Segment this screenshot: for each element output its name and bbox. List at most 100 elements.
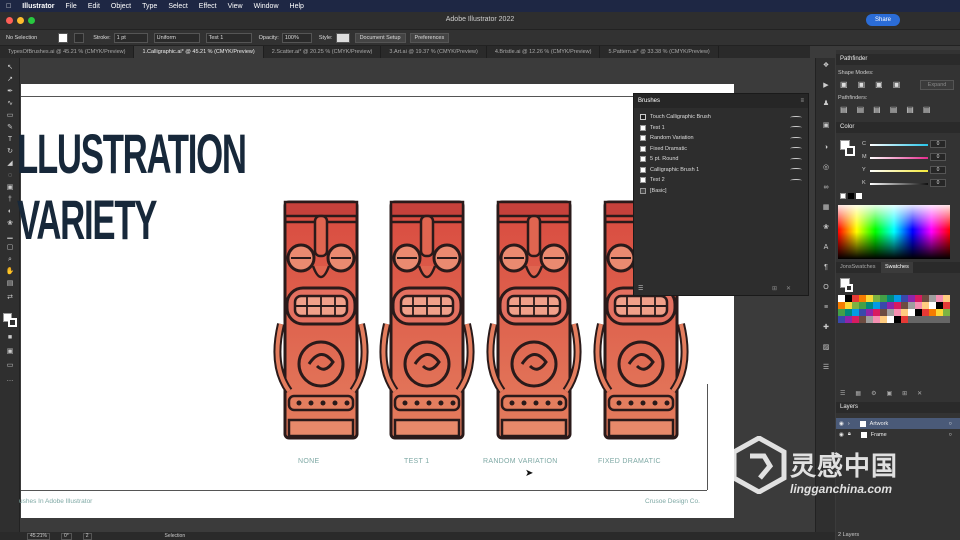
swatch-options-icon[interactable]: ⚙ (871, 390, 876, 397)
expand-layer-icon[interactable]: › (848, 421, 850, 427)
color-swatch[interactable] (915, 309, 922, 316)
minus-front-icon[interactable]: ▣ (858, 80, 866, 89)
intersect-icon[interactable]: ▣ (875, 80, 883, 89)
new-swatch-icon[interactable]: ⊞ (902, 390, 907, 397)
color-swatch[interactable] (838, 316, 845, 323)
unite-icon[interactable]: ▣ (840, 80, 848, 89)
graphic-style-swatch[interactable] (335, 32, 350, 43)
hand-tool-icon[interactable]: ✋ (5, 268, 15, 276)
color-swatch[interactable] (894, 302, 901, 309)
crop-icon[interactable]: ▤ (890, 105, 898, 114)
color-swatch[interactable] (943, 309, 950, 316)
gradient-tool-icon[interactable]: ▤ (5, 280, 15, 288)
screen-mode-icon[interactable]: ▭ (5, 362, 15, 370)
tab-pattern[interactable]: 5.Pattern.ai* @ 33.38 % (CMYK/Preview) (600, 46, 719, 58)
minus-back-icon[interactable]: ▤ (923, 105, 931, 114)
brush-item[interactable]: Touch Calligraphic Brush (634, 112, 808, 123)
divide-icon[interactable]: ▤ (840, 105, 848, 114)
pathfinder-panel-header[interactable]: Pathfinder (836, 54, 960, 65)
stroke-swatch[interactable] (74, 32, 85, 43)
brush-item[interactable]: Test 1 (634, 123, 808, 134)
color-swatch[interactable] (866, 295, 873, 302)
tab-art[interactable]: 3.Art.ai @ 19.37 % (CMYK/Preview) (381, 46, 487, 58)
color-swatch[interactable] (929, 295, 936, 302)
color-swatch[interactable] (922, 309, 929, 316)
new-brush-icon[interactable]: ⊞ (772, 285, 777, 292)
selection-tool-icon[interactable]: ↖ (5, 64, 15, 72)
navigator-icon[interactable]: ✚ (821, 324, 831, 332)
brush-item[interactable]: [Basic] (634, 186, 808, 197)
yellow-value[interactable]: 0 (930, 166, 946, 174)
color-swatch[interactable] (887, 309, 894, 316)
puppet-icon[interactable]: ♟ (821, 100, 831, 108)
color-swatch[interactable] (866, 309, 873, 316)
paragraph-icon[interactable]: ¶ (821, 264, 831, 272)
menu-object[interactable]: Object (111, 3, 131, 10)
menu-select[interactable]: Select (168, 3, 187, 10)
align-icon[interactable]: ▦ (821, 204, 831, 212)
opacity-input[interactable]: 100% (281, 32, 312, 43)
rotation-input[interactable]: 0° (60, 532, 72, 540)
color-swatch[interactable] (936, 302, 943, 309)
color-swatch[interactable] (936, 309, 943, 316)
preferences-button[interactable]: Preferences (409, 32, 450, 43)
target-icon[interactable]: ○ (949, 421, 952, 427)
color-swatch[interactable] (887, 316, 894, 323)
color-swatch[interactable] (901, 302, 908, 309)
fill-swatch[interactable] (58, 32, 69, 43)
transparency-icon[interactable]: ▣ (821, 122, 831, 130)
brush-item[interactable]: Test 2 (634, 175, 808, 186)
brush-definition-select[interactable]: Test 1 (205, 32, 252, 43)
eyedropper-tool-icon[interactable]: † (5, 196, 15, 204)
outline-icon[interactable]: ▤ (906, 105, 914, 114)
image-trace-icon[interactable]: ▨ (821, 344, 831, 352)
symbols-icon[interactable]: ❀ (821, 224, 831, 232)
cyan-slider[interactable] (870, 144, 928, 146)
menu-help[interactable]: Help (290, 3, 304, 10)
direct-selection-tool-icon[interactable]: ↗ (5, 76, 15, 84)
panel-menu-icon[interactable]: ≡ (800, 94, 804, 108)
color-swatch[interactable] (943, 302, 950, 309)
color-swatch[interactable] (901, 309, 908, 316)
variable-width-profile[interactable]: Uniform (153, 32, 200, 43)
color-swatch[interactable] (845, 316, 852, 323)
color-swatch[interactable] (922, 302, 929, 309)
color-swatch[interactable] (852, 295, 859, 302)
color-swatch[interactable] (873, 316, 880, 323)
brush-item[interactable]: Random Variation (634, 133, 808, 144)
more-panels-icon[interactable]: ☰ (821, 364, 831, 372)
color-swatch[interactable] (908, 302, 915, 309)
apple-icon[interactable]:  (6, 3, 11, 10)
menu-effect[interactable]: Effect (199, 3, 217, 10)
layer-row-artwork[interactable]: ◉ › Artwork ○ (836, 418, 960, 429)
color-swatch[interactable] (880, 302, 887, 309)
play-action-icon[interactable]: ▶ (821, 82, 831, 90)
brushes-panel[interactable]: Brushes ≡ Touch Calligraphic Brush Test … (633, 93, 809, 296)
white-color-chip[interactable] (856, 193, 862, 199)
swap-colors-icon[interactable]: ⇄ (5, 294, 15, 302)
color-swatch[interactable] (880, 295, 887, 302)
color-stroke-swatch[interactable] (845, 146, 855, 156)
opentype-icon[interactable]: O (821, 284, 831, 292)
color-swatch[interactable] (845, 302, 852, 309)
color-guide-icon[interactable]: ◑ (821, 144, 831, 152)
brush-item[interactable]: 5 pt. Round (634, 154, 808, 165)
type-tool-icon[interactable]: T (5, 136, 15, 144)
color-spectrum[interactable] (838, 205, 950, 259)
zoom-level-input[interactable]: 45.21% (27, 532, 50, 540)
color-swatch[interactable] (908, 295, 915, 302)
black-color-chip[interactable] (848, 193, 854, 199)
color-swatch[interactable] (887, 302, 894, 309)
color-swatch[interactable] (859, 316, 866, 323)
tab-swatches[interactable]: Swatches (881, 262, 913, 273)
color-swatch[interactable] (866, 302, 873, 309)
color-swatch[interactable] (873, 302, 880, 309)
color-swatch[interactable] (852, 302, 859, 309)
color-swatch[interactable] (880, 316, 887, 323)
color-swatch[interactable] (894, 295, 901, 302)
character-icon[interactable]: A (821, 244, 831, 252)
color-swatch[interactable] (901, 316, 908, 323)
color-swatch[interactable] (838, 302, 845, 309)
swatch-stroke-icon[interactable] (845, 284, 853, 292)
trim-icon[interactable]: ▤ (857, 105, 865, 114)
